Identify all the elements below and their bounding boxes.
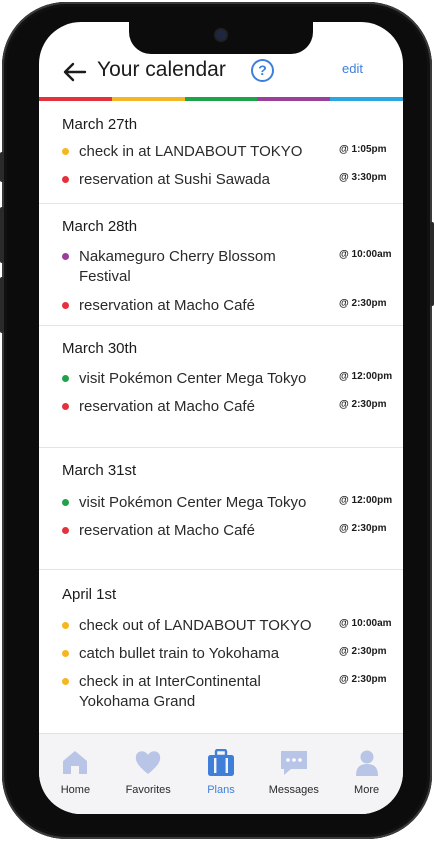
event-dot-icon <box>62 403 69 410</box>
color-stripe-3 <box>257 97 331 101</box>
color-stripe-1 <box>111 97 185 101</box>
tab-messages[interactable]: Messages <box>257 734 330 814</box>
tab-plans[interactable]: Plans <box>185 734 258 814</box>
event-dot-icon <box>62 375 69 382</box>
event-title: check in at LANDABOUT TOKYO <box>79 143 303 160</box>
screen: Your calendar ? edit March 27th check in … <box>39 22 403 814</box>
calendar-event[interactable]: check out of LANDABOUT TOKYO @ 10:00am <box>39 616 403 640</box>
header: Your calendar ? edit <box>39 52 403 97</box>
event-time: @ 3:30pm <box>339 172 387 183</box>
notch <box>129 22 313 54</box>
tab-label: More <box>354 784 380 796</box>
help-icon[interactable]: ? <box>251 59 274 82</box>
calendar-event[interactable]: check in at LANDABOUT TOKYO @ 1:05pm <box>39 142 403 166</box>
event-time: @ 10:00am <box>339 618 392 629</box>
event-time: @ 2:30pm <box>339 523 387 534</box>
event-title: visit Pokémon Center Mega Tokyo <box>79 494 307 511</box>
event-title: reservation at Macho Café <box>79 522 255 539</box>
event-dot-icon <box>62 302 69 309</box>
calendar-event[interactable]: reservation at Sushi Sawada @ 3:30pm <box>39 170 403 194</box>
person-icon <box>355 750 378 776</box>
event-title: visit Pokémon Center Mega Tokyo <box>79 370 307 387</box>
event-time: @ 2:30pm <box>339 646 387 657</box>
event-title: reservation at Macho Café <box>79 297 255 314</box>
tab-label: Home <box>60 784 91 796</box>
calendar-event[interactable]: reservation at Macho Café @ 2:30pm <box>39 397 403 421</box>
power-button <box>430 222 434 306</box>
event-time: @ 12:00pm <box>339 495 393 506</box>
tab-bar: Home Favorites Plans Messages More <box>39 733 403 814</box>
color-stripe-bar <box>39 97 403 101</box>
event-title: reservation at Sushi Sawada <box>79 171 270 188</box>
event-time: @ 2:30pm <box>339 298 387 309</box>
color-stripe-4 <box>330 97 403 101</box>
tab-home[interactable]: Home <box>39 734 112 814</box>
event-dot-icon <box>62 650 69 657</box>
day-date-heading: March 28th <box>62 218 138 235</box>
event-dot-icon <box>62 176 69 183</box>
event-time: @ 1:05pm <box>339 144 387 155</box>
color-stripe-0 <box>39 97 112 101</box>
home-icon <box>63 751 88 774</box>
tab-favorites[interactable]: Favorites <box>112 734 185 814</box>
day-date-heading: March 27th <box>62 116 138 133</box>
tab-label: Favorites <box>125 784 171 796</box>
calendar-event[interactable]: visit Pokémon Center Mega Tokyo @ 12:00pm <box>39 369 403 393</box>
calendar-event[interactable]: Nakameguro Cherry Blossom Festival @ 10:0… <box>39 247 403 285</box>
phone-frame: Your calendar ? edit March 27th check in … <box>0 2 434 839</box>
day-section: April 1st check out of LANDABOUT TOKYO @ 1… <box>39 570 403 736</box>
event-title: reservation at Macho Café <box>79 398 255 415</box>
event-title: catch bullet train to Yokohama <box>79 645 280 662</box>
day-date-heading: March 31st <box>62 462 137 479</box>
tab-label: Plans <box>207 784 235 796</box>
volume-down-button <box>0 277 4 333</box>
edit-button[interactable]: edit <box>342 61 363 76</box>
day-section: March 31st visit Pokémon Center Mega Toky… <box>39 448 403 570</box>
event-dot-icon <box>62 622 69 629</box>
event-dot-icon <box>62 148 69 155</box>
day-section: March 30th visit Pokémon Center Mega Toky… <box>39 326 403 448</box>
front-camera <box>216 30 226 40</box>
mute-switch <box>0 152 4 182</box>
page-title: Your calendar <box>97 58 226 81</box>
event-time: @ 2:30pm <box>339 399 387 410</box>
event-title: Nakameguro Cherry Blossom Festival <box>79 248 276 285</box>
tab-label: Messages <box>268 784 319 796</box>
day-date-heading: April 1st <box>62 586 117 603</box>
calendar-event[interactable]: catch bullet train to Yokohama @ 2:30pm <box>39 644 403 668</box>
event-time: @ 2:30pm <box>339 674 387 685</box>
day-date-heading: March 30th <box>62 340 138 357</box>
color-stripe-2 <box>184 97 258 101</box>
day-section: March 27th check in at LANDABOUT TOKYO @ 1… <box>39 102 403 204</box>
suitcase-icon <box>207 749 234 776</box>
event-dot-icon <box>62 527 69 534</box>
event-dot-icon <box>62 499 69 506</box>
tab-more[interactable]: More <box>330 734 403 814</box>
calendar-event[interactable]: check in at InterContinental Yokohama Gr… <box>39 672 403 710</box>
day-section: March 28th Nakameguro Cherry Blossom Fest… <box>39 204 403 326</box>
arrow-left-icon[interactable] <box>63 62 87 82</box>
chat-bubble-icon <box>280 751 307 775</box>
event-dot-icon <box>62 678 69 685</box>
calendar-event[interactable]: reservation at Macho Café @ 2:30pm <box>39 296 403 320</box>
volume-up-button <box>0 207 4 263</box>
event-title: check out of LANDABOUT TOKYO <box>79 617 312 634</box>
heart-icon <box>136 751 161 774</box>
event-title: check in at InterContinental Yokohama Gr… <box>79 673 261 710</box>
event-dot-icon <box>62 253 69 260</box>
event-time: @ 10:00am <box>339 249 392 260</box>
calendar-event[interactable]: visit Pokémon Center Mega Tokyo @ 12:00pm <box>39 493 403 517</box>
event-time: @ 12:00pm <box>339 371 393 382</box>
calendar-event[interactable]: reservation at Macho Café @ 2:30pm <box>39 521 403 545</box>
